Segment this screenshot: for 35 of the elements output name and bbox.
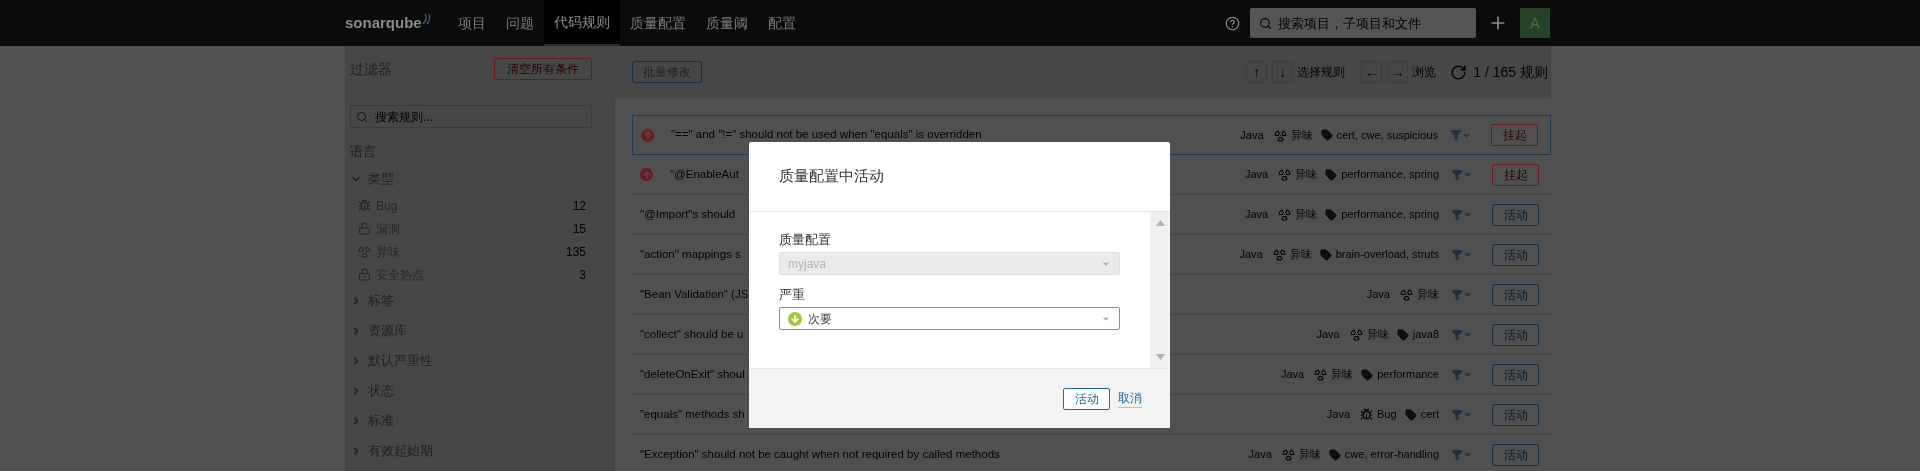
- language-label: Java: [1316, 327, 1340, 343]
- type-label: 异味: [1417, 287, 1439, 303]
- tags-label: performance, spring: [1341, 167, 1439, 183]
- dialog-title: 质量配置中活动: [779, 166, 884, 187]
- type-label: 异味: [1295, 167, 1318, 183]
- field-label: 严重: [779, 286, 806, 304]
- tags-label: cwe, error-handling: [1344, 447, 1439, 463]
- language-label: Java: [1239, 247, 1263, 263]
- browse-label: 浏览: [1412, 64, 1437, 81]
- facet-count: 12: [572, 197, 586, 215]
- select-rule-label: 选择规则: [1297, 64, 1346, 81]
- facet-count: 135: [565, 243, 586, 261]
- language-label: Java: [1281, 367, 1305, 383]
- tags-label: java8: [1412, 327, 1439, 343]
- language-label: Java: [1366, 287, 1390, 303]
- facet-count: 3: [579, 266, 586, 284]
- tags-label: cert, cwe, suspicious: [1336, 127, 1438, 143]
- tags-label: performance, spring: [1341, 207, 1439, 223]
- language-label: Java: [1326, 407, 1351, 423]
- language-label: Java: [1240, 127, 1264, 143]
- tags-label: brain-overload, struts: [1335, 247, 1439, 263]
- language-label: Java: [1248, 447, 1272, 463]
- language-label: Java: [1244, 207, 1269, 223]
- type-label: 异味: [1289, 247, 1312, 263]
- tags-label: cert: [1420, 407, 1439, 423]
- tags-label: performance: [1377, 367, 1439, 383]
- type-label: 异味: [1366, 327, 1389, 343]
- facet-count: 15: [572, 220, 586, 238]
- type-label: 异味: [1331, 367, 1354, 383]
- language-label: Java: [1244, 167, 1269, 183]
- type-label: 异味: [1290, 127, 1313, 143]
- type-label: 异味: [1298, 447, 1321, 463]
- type-label: 异味: [1295, 207, 1318, 223]
- type-label: Bug: [1377, 407, 1397, 423]
- rule-count: 1 / 165 规则: [1473, 62, 1548, 82]
